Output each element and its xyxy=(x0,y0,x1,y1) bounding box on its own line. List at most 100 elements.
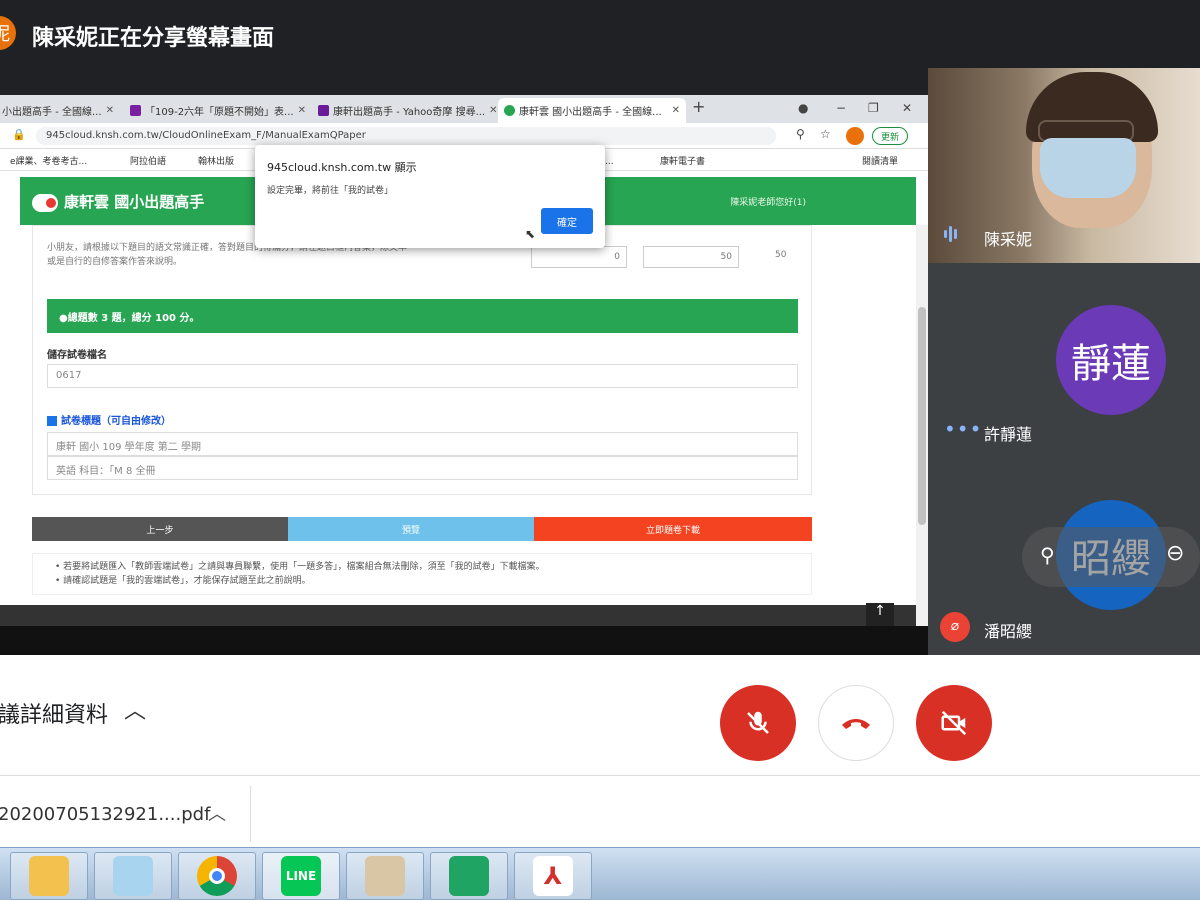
close-icon[interactable]: ✕ xyxy=(298,105,306,116)
export-button[interactable]: 立即題卷下載 xyxy=(534,517,812,541)
bookmark-item[interactable]: 翰林出版 xyxy=(198,154,234,167)
browser-tab-active[interactable]: 康軒雲 國小出題高手 - 全國線... ✕ xyxy=(498,98,686,123)
bookmark-item[interactable]: 阿拉伯語 xyxy=(130,154,166,167)
close-icon[interactable]: ✕ xyxy=(106,105,114,116)
close-icon[interactable]: ✕ xyxy=(489,105,496,116)
user-menu[interactable]: 陳采妮老師您好(1) xyxy=(730,195,806,208)
dialog-ok-button[interactable]: 確定 xyxy=(541,208,593,234)
tab-favicon-icon xyxy=(318,105,329,116)
star-icon[interactable]: ☆ xyxy=(820,127,831,141)
bookmark-item[interactable]: e課業、考卷考古... xyxy=(10,154,87,167)
remove-icon[interactable]: ⊖ xyxy=(1166,541,1184,566)
camera-off-icon xyxy=(941,710,967,736)
url-field[interactable]: 945cloud.knsh.com.tw/CloudOnlineExam_F/M… xyxy=(36,127,776,145)
meeting-details-button[interactable]: 議詳細資料 xyxy=(0,697,108,729)
save-name-input[interactable]: 0617 xyxy=(47,364,798,388)
tab-label: 康軒出題高手 - Yahoo奇摩 搜尋... xyxy=(333,107,486,118)
mic-off-icon: ⌀ xyxy=(940,612,970,642)
taskbar-chrome-button[interactable] xyxy=(178,852,256,900)
prev-button[interactable]: 上一步 xyxy=(32,517,288,541)
chevron-up-icon[interactable]: ︿ xyxy=(208,800,226,826)
speaking-dots-icon: ••• xyxy=(944,417,983,441)
line-icon: LINE xyxy=(281,856,321,896)
participant-name: 陳采妮 xyxy=(984,230,1033,249)
participant-name: 潘昭纓 xyxy=(984,622,1033,641)
participant-tile[interactable]: 陳采妮 xyxy=(928,68,1200,263)
participant-tile[interactable]: 靜蓮 ••• 許靜蓮 xyxy=(928,263,1200,458)
save-name-label: 儲存試卷檔名 xyxy=(47,350,107,361)
preview-button[interactable]: 預覽 xyxy=(288,517,534,541)
share-status-title: 陳采妮正在分享螢幕畫面 xyxy=(32,26,275,51)
title-label: 試卷標題（可自由修改） xyxy=(47,412,171,427)
tab-label: 「109-2六年「原題不開始」表... xyxy=(145,107,294,118)
mouse-cursor-icon: ⬉ xyxy=(525,227,536,241)
score-value: 50 xyxy=(775,250,787,260)
bookmark-item[interactable]: 閱讀清單 xyxy=(862,154,898,167)
mic-off-icon xyxy=(747,711,769,734)
restore-icon[interactable]: ❐ xyxy=(868,101,879,115)
profile-avatar[interactable] xyxy=(846,127,864,145)
pin-icon[interactable]: ⚲ xyxy=(1040,543,1055,567)
bookmark-item[interactable]: 康軒電子書 xyxy=(660,154,705,167)
close-icon[interactable]: ✕ xyxy=(672,105,680,116)
scrollbar-thumb[interactable] xyxy=(918,307,926,525)
notes-box: • 若要將試題匯入「教師雲端試卷」之請與專員聯繫，使用「一題多答」，檔案組合無法… xyxy=(32,553,812,595)
action-buttons: 上一步 預覽 立即題卷下載 xyxy=(32,517,812,541)
participant-avatar: 靜蓮 xyxy=(1056,305,1166,415)
taskbar-app-button[interactable] xyxy=(430,852,508,900)
lock-icon: 🔒 xyxy=(12,128,26,141)
score-field[interactable]: 0 xyxy=(531,246,627,268)
update-button[interactable]: 更新 xyxy=(872,127,908,145)
chrome-icon xyxy=(197,856,237,896)
note-item: • 若要將試題匯入「教師雲端試卷」之請與專員聯繫，使用「一題多答」，檔案組合無法… xyxy=(55,562,545,572)
mic-toggle-button[interactable] xyxy=(720,685,796,761)
cloud-logo-icon xyxy=(32,193,58,212)
record-icon[interactable]: ● xyxy=(798,101,808,115)
tile-hover-controls: ⚲ ⊖ xyxy=(1022,527,1200,587)
scroll-top-icon[interactable]: ↑ xyxy=(866,603,894,627)
camera-toggle-button[interactable] xyxy=(916,685,992,761)
search-icon[interactable]: ⚲ xyxy=(796,127,805,141)
new-tab-icon[interactable]: + xyxy=(692,97,705,116)
taskbar-notepad-button[interactable] xyxy=(94,852,172,900)
presenter-avatar: 妮 xyxy=(0,16,16,50)
meet-control-bar: 議詳細資料 ︿ xyxy=(0,655,1200,775)
hang-up-button[interactable] xyxy=(818,685,894,761)
download-file-item[interactable]: 20200705132921....pdf xyxy=(0,804,210,825)
exam-form: 小朋友，請根據以下題目的語文常識正確，答對題目的得滿分，請在題目框內答案，除文本… xyxy=(32,225,812,495)
total-summary-bar: ●總題數 3 題，總分 100 分。 xyxy=(47,299,798,333)
taskbar: LINE ⅄ xyxy=(0,847,1200,900)
note-item: • 請確認試題是「我的雲端試卷」，才能保存試題至此之前說明。 xyxy=(55,576,311,586)
dialog-message: 設定完畢，將前往「我的試卷」 xyxy=(267,186,394,196)
taskbar-folder-button[interactable] xyxy=(10,852,88,900)
green-app-icon xyxy=(449,856,489,896)
chevron-up-icon[interactable]: ︿ xyxy=(124,693,146,725)
title-line1-input[interactable]: 康軒 國小 109 學年度 第二 學期 xyxy=(47,432,798,456)
speaking-indicator-icon xyxy=(944,226,957,242)
hangup-icon xyxy=(842,719,870,729)
taskbar-pdf-button[interactable]: ⅄ xyxy=(514,852,592,900)
browser-tab[interactable]: 康軒出題高手 - Yahoo奇摩 搜尋... ✕ xyxy=(312,98,496,123)
title-label-text: 試卷標題（可自由修改） xyxy=(61,416,171,427)
paint-palette-icon xyxy=(365,856,405,896)
title-line2-input[interactable]: 英語 科目：「M 8 全冊 xyxy=(47,456,798,480)
taskbar-line-button[interactable]: LINE xyxy=(262,852,340,900)
minimize-icon[interactable]: − xyxy=(836,101,846,115)
tab-favicon-icon xyxy=(130,105,141,116)
participant-name: 許靜蓮 xyxy=(984,425,1033,444)
divider xyxy=(250,786,251,842)
checkbox-icon[interactable] xyxy=(47,416,57,426)
tab-favicon-icon xyxy=(504,105,515,116)
score-field[interactable]: 50 xyxy=(643,246,739,268)
tab-label: 小出題高手 - 全國線... xyxy=(2,107,102,118)
close-window-icon[interactable]: ✕ xyxy=(902,101,912,115)
alert-dialog: 945cloud.knsh.com.tw 顯示 設定完畢，將前往「我的試卷」 確… xyxy=(255,145,605,248)
browser-tab[interactable]: 「109-2六年「原題不開始」表... ✕ xyxy=(124,98,312,123)
download-bar: 20200705132921....pdf ︿ xyxy=(0,775,1200,847)
browser-tab[interactable]: 小出題高手 - 全國線... ✕ xyxy=(0,98,120,123)
site-logo-text: 康軒雲 國小出題高手 xyxy=(64,193,205,211)
browser-tab-bar: 小出題高手 - 全國線... ✕ 「109-2六年「原題不開始」表... ✕ 康軒出… xyxy=(0,95,928,123)
taskbar-paint-button[interactable] xyxy=(346,852,424,900)
tab-label: 康軒雲 國小出題高手 - 全國線... xyxy=(519,107,662,118)
site-logo[interactable]: 康軒雲 國小出題高手 xyxy=(32,191,204,212)
